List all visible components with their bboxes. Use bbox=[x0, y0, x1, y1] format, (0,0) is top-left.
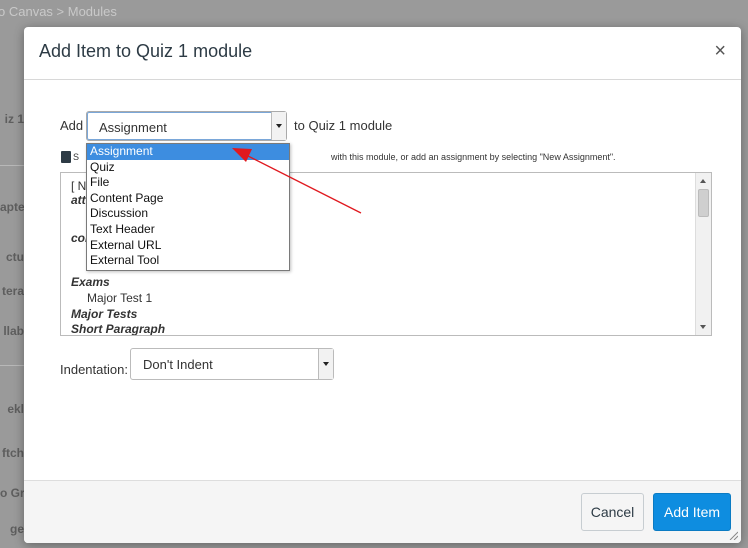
list-item[interactable]: Major Test 1 bbox=[87, 291, 152, 305]
list-item[interactable]: Exams bbox=[71, 275, 110, 289]
dialog-title: Add Item to Quiz 1 module bbox=[39, 41, 253, 61]
bg-nav-fragment: ekl bbox=[7, 402, 24, 416]
list-item[interactable]: [ N bbox=[71, 179, 86, 193]
item-type-select[interactable]: Assignment bbox=[86, 111, 287, 141]
bg-nav-fragment: iz 1 bbox=[4, 112, 24, 126]
item-type-dropdown[interactable]: Assignment Quiz File Content Page Discus… bbox=[86, 143, 290, 271]
breadcrumb: o Canvas > Modules bbox=[0, 4, 117, 19]
dropdown-option-file[interactable]: File bbox=[87, 175, 289, 191]
add-item-dialog: Add Item to Quiz 1 module × Add Assignme… bbox=[24, 27, 741, 543]
bg-nav-fragment: apte bbox=[0, 200, 24, 214]
item-type-value: Assignment bbox=[99, 120, 167, 135]
add-label: Add bbox=[60, 118, 84, 133]
resize-handle-icon[interactable] bbox=[728, 530, 738, 540]
list-item[interactable]: Short Paragraph bbox=[71, 322, 165, 335]
chevron-down-icon[interactable] bbox=[271, 112, 286, 140]
bg-nav-fragment: ge bbox=[9, 522, 24, 536]
to-module-label: to Quiz 1 module bbox=[294, 118, 393, 133]
assignment-icon bbox=[61, 151, 71, 163]
dialog-header: Add Item to Quiz 1 module × bbox=[24, 27, 741, 80]
dropdown-option-text-header[interactable]: Text Header bbox=[87, 222, 289, 238]
dropdown-option-assignment[interactable]: Assignment bbox=[87, 144, 289, 160]
scroll-up-icon[interactable] bbox=[700, 179, 706, 183]
add-item-button[interactable]: Add Item bbox=[653, 493, 731, 531]
indentation-select[interactable]: Don't Indent bbox=[130, 348, 334, 380]
bg-nav-fragment: o Gr bbox=[0, 486, 24, 500]
dropdown-option-content-page[interactable]: Content Page bbox=[87, 191, 289, 207]
indentation-label: Indentation: bbox=[60, 362, 128, 377]
indentation-value: Don't Indent bbox=[143, 357, 213, 372]
dropdown-option-external-tool[interactable]: External Tool bbox=[87, 253, 289, 269]
list-item[interactable]: Major Tests bbox=[71, 307, 137, 321]
bg-nav-fragment: ctu bbox=[6, 250, 24, 264]
bg-nav-fragment: tera bbox=[1, 284, 24, 298]
scroll-down-icon[interactable] bbox=[700, 325, 706, 329]
chevron-down-icon[interactable] bbox=[318, 349, 333, 379]
scrollbar[interactable] bbox=[695, 173, 711, 335]
dialog-footer: Cancel Add Item bbox=[24, 480, 741, 543]
dropdown-option-quiz[interactable]: Quiz bbox=[87, 160, 289, 176]
scroll-thumb[interactable] bbox=[698, 189, 709, 217]
bg-nav-fragment: llab bbox=[3, 324, 24, 338]
bg-nav-fragment: ftch bbox=[2, 446, 24, 460]
close-icon[interactable]: × bbox=[714, 41, 726, 61]
cancel-button[interactable]: Cancel bbox=[581, 493, 644, 531]
dropdown-option-discussion[interactable]: Discussion bbox=[87, 206, 289, 222]
dropdown-option-external-url[interactable]: External URL bbox=[87, 238, 289, 254]
